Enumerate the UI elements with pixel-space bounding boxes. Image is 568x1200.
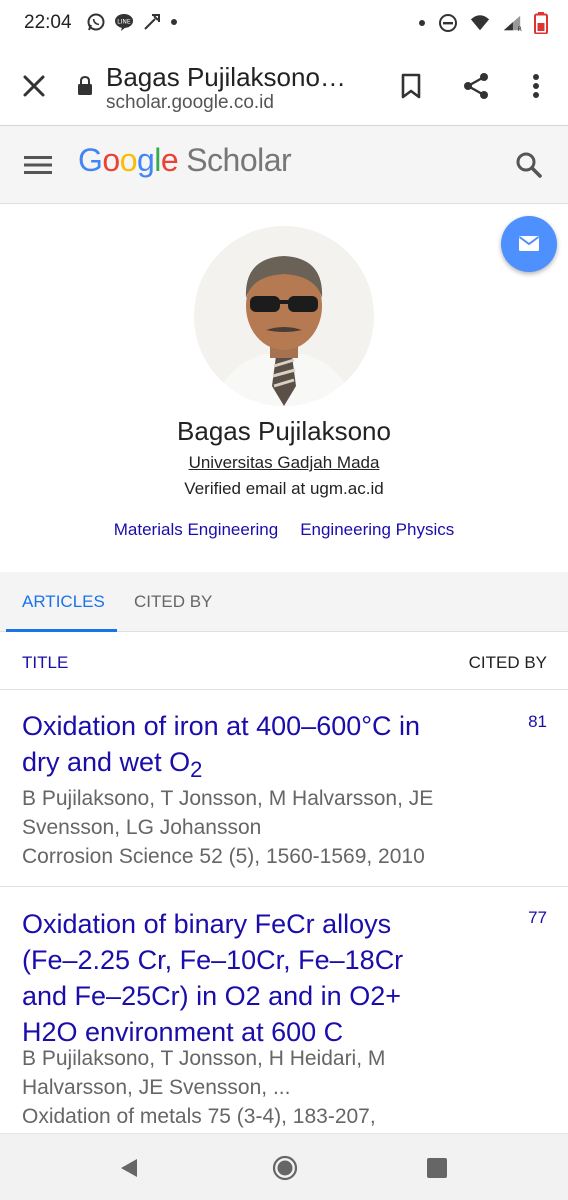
hamburger-icon[interactable] (22, 151, 54, 179)
google-scholar-logo[interactable]: Google Scholar (78, 142, 292, 179)
profile-photo (194, 226, 374, 406)
signal-icon: R (503, 15, 522, 33)
svg-text:R: R (517, 26, 522, 33)
dot-icon (171, 19, 177, 25)
scholar-label: Scholar (186, 142, 292, 178)
status-bar: 22:04 LINE R (0, 0, 568, 46)
bookmark-icon[interactable] (396, 70, 426, 102)
article-title[interactable]: Oxidation of iron at 400–600°C in dry an… (22, 708, 462, 788)
mail-icon (518, 236, 540, 251)
page-url[interactable]: scholar.google.co.id (106, 92, 274, 114)
browser-toolbar: Bagas Pujilaksono… scholar.google.co.id (0, 46, 568, 126)
profile-name: Bagas Pujilaksono (177, 416, 391, 446)
back-triangle-icon[interactable] (118, 1157, 140, 1179)
notification-icons: LINE (86, 12, 178, 32)
table-row: Oxidation of iron at 400–600°C in dry an… (0, 690, 568, 887)
article-title[interactable]: Oxidation of binary FeCr alloys (Fe–2.25… (22, 906, 452, 1050)
profile-affiliation[interactable]: Universitas Gadjah Mada (0, 453, 568, 473)
close-icon[interactable] (18, 70, 50, 102)
article-venue: Oxidation of metals 75 (3-4), 183-207, (22, 1105, 376, 1128)
tab-articles[interactable]: ARTICLES (22, 592, 105, 612)
article-authors: B Pujilaksono, T Jonsson, H Heidari, M H… (22, 1047, 386, 1099)
table-row: Oxidation of binary FeCr alloys (Fe–2.25… (0, 888, 568, 1134)
battery-icon (534, 12, 548, 34)
share-icon[interactable] (460, 70, 492, 102)
article-venue: Corrosion Science 52 (5), 1560-1569, 201… (22, 845, 425, 868)
cited-by-count[interactable]: 77 (528, 908, 547, 928)
tool-icon (144, 14, 160, 30)
research-interests: Materials Engineering Engineering Physic… (0, 520, 568, 540)
svg-text:LINE: LINE (117, 19, 131, 26)
wifi-icon (470, 15, 490, 31)
profile-email: Verified email at ugm.ac.id (184, 479, 384, 498)
interest-link[interactable]: Engineering Physics (300, 520, 454, 540)
profile-tabs: ARTICLES CITED BY (0, 572, 568, 632)
lock-icon (78, 76, 92, 95)
dot-icon (419, 20, 425, 26)
cited-by-count[interactable]: 81 (528, 712, 547, 732)
article-authors: B Pujilaksono, T Jonsson, M Halvarsson, … (22, 787, 434, 839)
whatsapp-icon (87, 13, 105, 31)
search-icon[interactable] (512, 148, 546, 182)
do-not-disturb-icon (439, 14, 457, 32)
status-right-icons: R (418, 12, 548, 34)
home-circle-icon[interactable] (272, 1155, 298, 1181)
tab-cited-by[interactable]: CITED BY (134, 592, 212, 612)
page-title[interactable]: Bagas Pujilaksono… (106, 62, 374, 93)
sort-by-title[interactable]: TITLE (22, 653, 68, 673)
interest-link[interactable]: Materials Engineering (114, 520, 278, 540)
articles-table-header: TITLE CITED BY (0, 632, 568, 690)
recent-apps-icon[interactable] (427, 1158, 447, 1178)
scholar-header: Google Scholar (0, 126, 568, 204)
more-vert-icon[interactable] (522, 70, 550, 102)
sort-by-cited[interactable]: CITED BY (469, 653, 547, 673)
follow-button[interactable] (501, 216, 557, 272)
line-icon: LINE (115, 14, 133, 31)
status-time: 22:04 (24, 12, 72, 33)
avatar (194, 226, 374, 406)
system-nav-bar (0, 1133, 568, 1200)
